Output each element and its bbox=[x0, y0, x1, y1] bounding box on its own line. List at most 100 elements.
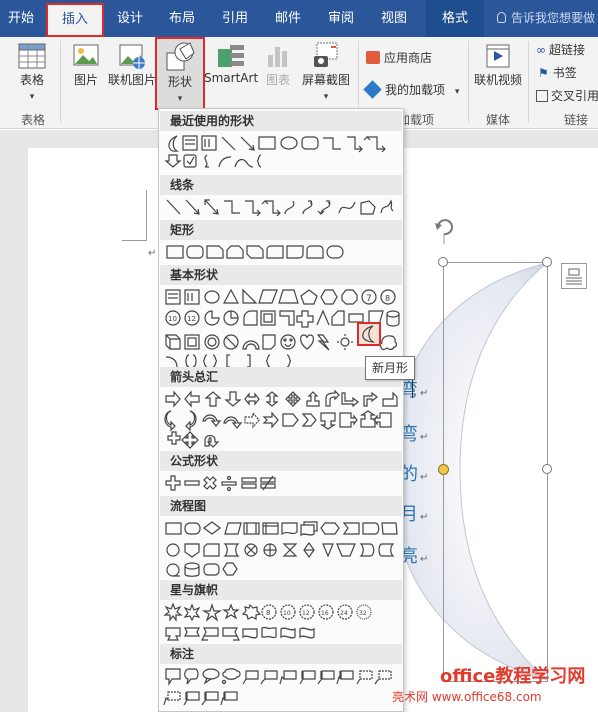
svg-text:8: 8 bbox=[385, 294, 390, 303]
shapes-label: 形状 bbox=[167, 75, 192, 89]
chevron-down-icon: ▾ bbox=[454, 87, 460, 97]
moon-text-char: 的 ↵ bbox=[400, 464, 429, 485]
svg-text:8: 8 bbox=[266, 609, 270, 617]
bookmark-button[interactable]: ⚑ 书签 bbox=[538, 64, 577, 81]
link-icon: ∞ bbox=[536, 43, 546, 57]
group-media-label: 媒体 bbox=[485, 113, 510, 127]
online-picture-button[interactable]: 联机图片 bbox=[106, 41, 158, 88]
rotate-handle-icon[interactable] bbox=[432, 216, 456, 246]
table-icon bbox=[18, 43, 46, 69]
ribbon-tab-bar: 开始 插入 设计 布局 引用 邮件 审阅 视图 格式 告诉我您想要做 bbox=[0, 0, 598, 37]
app-store-button[interactable]: 应用商店 bbox=[366, 49, 432, 66]
online-video-button[interactable]: 联机视频 bbox=[472, 41, 524, 88]
shape-row-equation[interactable] bbox=[163, 473, 403, 495]
selection-box bbox=[443, 262, 548, 682]
addins-icon bbox=[363, 80, 382, 99]
crop-mark bbox=[122, 240, 147, 241]
tab-references[interactable]: 引用 bbox=[213, 0, 257, 37]
shapes-button[interactable]: 形状 ▾ bbox=[155, 37, 205, 110]
divider bbox=[60, 41, 61, 123]
cross-reference-icon bbox=[536, 90, 548, 102]
tell-me-text: 告诉我您想要做 bbox=[511, 11, 596, 25]
screenshot-icon bbox=[314, 42, 338, 67]
shape-row-arrows[interactable] bbox=[163, 389, 403, 449]
tell-me-box[interactable]: 告诉我您想要做 bbox=[497, 0, 595, 37]
svg-text:7: 7 bbox=[366, 294, 372, 304]
group-tables-label: 表格 bbox=[20, 113, 45, 127]
shape-row-rectangles[interactable] bbox=[163, 242, 403, 264]
watermark-title: office教程学习网 bbox=[440, 666, 586, 687]
table-label: 表格 bbox=[19, 73, 44, 87]
chevron-down-icon: ▾ bbox=[177, 94, 183, 104]
flag-icon: ⚑ bbox=[538, 66, 549, 80]
screenshot-label: 屏幕截图 bbox=[301, 73, 350, 87]
divider bbox=[468, 41, 469, 123]
crescent-moon-icon bbox=[362, 325, 376, 343]
smartart-button[interactable]: SmartArt bbox=[204, 41, 258, 85]
smartart-label: SmartArt bbox=[204, 71, 259, 85]
resize-handle[interactable] bbox=[542, 257, 552, 267]
resize-handle[interactable] bbox=[542, 464, 552, 474]
table-button[interactable]: 表格 ▾ bbox=[10, 41, 54, 102]
chart-icon bbox=[268, 47, 287, 67]
svg-text:10: 10 bbox=[283, 610, 291, 617]
layout-options-icon[interactable] bbox=[561, 263, 587, 289]
adjust-handle[interactable] bbox=[438, 464, 449, 475]
my-addins-label: 我的加载项 bbox=[385, 83, 446, 97]
bookmark-label: 书签 bbox=[552, 66, 577, 80]
my-addins-button[interactable]: 我的加载项 ▾ bbox=[363, 80, 460, 99]
tab-mailings[interactable]: 邮件 bbox=[266, 0, 310, 37]
screenshot-button[interactable]: 屏幕截图 ▾ bbox=[298, 41, 354, 102]
smartart-icon bbox=[218, 45, 244, 67]
shape-row-recent[interactable] bbox=[163, 133, 403, 173]
shape-row-lines[interactable] bbox=[163, 197, 403, 219]
group-links-label: 链接 bbox=[563, 113, 588, 127]
chart-button[interactable]: 图表 bbox=[260, 41, 296, 88]
tab-home[interactable]: 开始 bbox=[0, 0, 42, 37]
hyperlink-button[interactable]: ∞ 超链接 bbox=[536, 41, 585, 58]
section-lines: 线条 bbox=[160, 175, 402, 195]
tab-insert[interactable]: 插入 bbox=[46, 3, 104, 37]
online-picture-label: 联机图片 bbox=[107, 73, 156, 87]
moon-text-char: 亮 ↵ bbox=[400, 546, 429, 567]
shapes-icon bbox=[166, 42, 195, 71]
online-video-label: 联机视频 bbox=[473, 73, 522, 87]
svg-text:12: 12 bbox=[302, 610, 310, 617]
tab-view[interactable]: 视图 bbox=[372, 0, 416, 37]
cross-reference-button[interactable]: 交叉引用 bbox=[536, 87, 598, 104]
shape-tooltip: 新月形 bbox=[365, 356, 416, 380]
tab-format[interactable]: 格式 bbox=[426, 0, 484, 37]
svg-text:24: 24 bbox=[340, 610, 348, 617]
svg-text:10: 10 bbox=[168, 315, 177, 323]
cross-reference-label: 交叉引用 bbox=[551, 89, 598, 103]
app-store-label: 应用商店 bbox=[384, 51, 433, 65]
shape-row-callouts[interactable] bbox=[163, 666, 403, 710]
section-callouts: 标注 bbox=[160, 644, 402, 664]
hyperlink-label: 超链接 bbox=[549, 43, 586, 57]
crop-mark bbox=[146, 190, 147, 240]
svg-text:32: 32 bbox=[359, 610, 367, 617]
chevron-down-icon: ▾ bbox=[323, 92, 329, 102]
resize-handle[interactable] bbox=[438, 257, 448, 267]
section-stars-banners: 星与旗帜 bbox=[160, 580, 402, 600]
section-basic-shapes: 基本形状 bbox=[160, 265, 402, 285]
store-icon bbox=[366, 51, 380, 64]
moon-text-char: 弯 ↵ bbox=[400, 424, 429, 445]
moon-text-char: 月 ↵ bbox=[400, 504, 429, 525]
tab-layout[interactable]: 布局 bbox=[160, 0, 204, 37]
picture-button[interactable]: 图片 bbox=[66, 41, 106, 88]
crescent-shape-option[interactable] bbox=[357, 322, 381, 346]
watermark-subtitle: 亮术网 www.office68.com bbox=[392, 690, 542, 704]
tab-review[interactable]: 审阅 bbox=[319, 0, 363, 37]
chevron-down-icon: ▾ bbox=[29, 92, 35, 102]
svg-text:16: 16 bbox=[321, 610, 329, 617]
paragraph-mark: ↵ bbox=[148, 248, 157, 259]
shape-row-flowchart[interactable] bbox=[163, 518, 403, 578]
chart-label: 图表 bbox=[265, 73, 290, 87]
shape-row-stars[interactable]: 8 10 12 16 24 32 bbox=[163, 602, 403, 642]
picture-label: 图片 bbox=[73, 73, 98, 87]
section-flowchart: 流程图 bbox=[160, 496, 402, 516]
tab-design[interactable]: 设计 bbox=[108, 0, 152, 37]
video-icon bbox=[486, 44, 510, 68]
lightbulb-icon bbox=[497, 12, 506, 23]
